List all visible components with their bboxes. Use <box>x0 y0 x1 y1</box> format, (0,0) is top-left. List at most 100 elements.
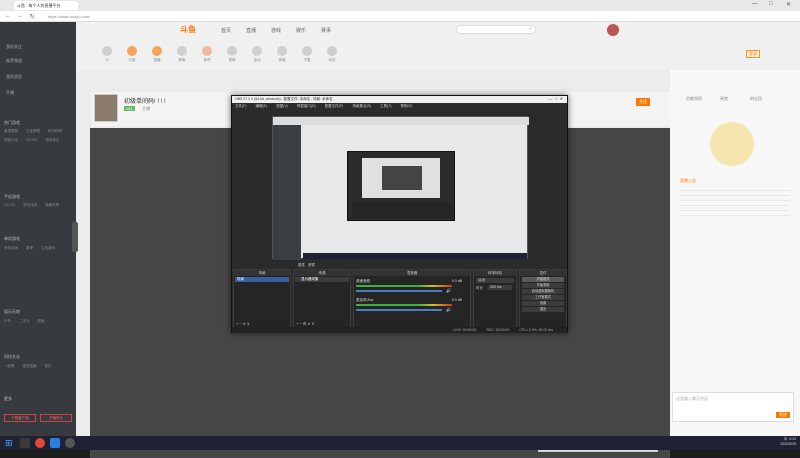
icon-item[interactable]: 下载 <box>296 46 318 63</box>
icon-item[interactable]: 视频 <box>221 46 243 63</box>
scene-item[interactable]: 场景 <box>235 277 289 282</box>
lang-indicator[interactable]: 中 <box>784 437 788 441</box>
download-client-button[interactable]: 下载客户端 <box>4 414 36 422</box>
speaker-icon[interactable]: 🔊 <box>446 307 451 312</box>
game-link[interactable]: 二次元 <box>19 319 30 324</box>
start-streaming-button[interactable]: 开始推流 <box>522 277 564 282</box>
tab-vip[interactable]: 贵宾 <box>720 96 728 102</box>
game-link[interactable]: 颜值 <box>38 319 45 324</box>
menu-scene-collection[interactable]: 场景集合(S) <box>352 104 371 109</box>
source-add-icon[interactable]: + − ⚙ ∧ ∨ <box>296 321 315 326</box>
game-link[interactable]: 绝地求生 <box>45 138 59 143</box>
icon-item[interactable]: 分类 <box>121 46 143 63</box>
game-link[interactable]: 原神 <box>26 246 33 251</box>
app-icon-obs[interactable] <box>65 438 75 448</box>
reload-icon[interactable]: ↻ <box>28 13 36 20</box>
menu-edit[interactable]: 编辑(E) <box>255 104 267 109</box>
minimize-icon[interactable]: — <box>752 1 758 7</box>
game-link[interactable]: 户外 <box>4 319 11 324</box>
game-link[interactable]: 语音直播 <box>23 364 37 369</box>
duration-input[interactable]: 300 ms <box>488 285 512 290</box>
windows-start-icon[interactable]: ⊞ <box>5 438 15 448</box>
tab-weekly-rank[interactable]: 贡献周榜 <box>686 96 702 102</box>
icon-item[interactable]: 活动 <box>246 46 268 63</box>
obs-window-controls[interactable]: — □ ✕ <box>549 96 563 101</box>
broadcast-helper-button[interactable]: 开播助手 <box>40 414 72 422</box>
search-taskbar-icon[interactable] <box>20 438 30 448</box>
user-avatar[interactable] <box>607 24 619 36</box>
search-input[interactable]: ⌕ <box>456 25 536 34</box>
login-button[interactable]: 登录 <box>746 50 760 58</box>
close-icon[interactable]: ✕ <box>786 1 791 8</box>
studio-mode-button[interactable]: 工作室模式 <box>522 295 564 300</box>
game-link[interactable]: DOTA2 <box>26 138 37 143</box>
back-icon[interactable]: ← <box>4 13 12 19</box>
game-link[interactable]: 和平精英 <box>48 129 62 134</box>
browser-tab[interactable]: 斗鱼 - 每个人的直播平台 <box>14 1 78 10</box>
game-link[interactable]: 王者荣耀 <box>26 129 40 134</box>
game-link[interactable]: 炉石传说 <box>23 203 37 208</box>
game-link[interactable]: 穿越火线 <box>4 138 18 143</box>
icon-item[interactable]: 商城 <box>271 46 293 63</box>
obs-preview[interactable] <box>272 116 529 260</box>
transition-select[interactable]: 淡出 <box>476 278 514 283</box>
streamer-avatar[interactable] <box>94 94 118 122</box>
properties-button[interactable]: 属性 <box>298 263 305 267</box>
tab-fans[interactable]: 粉丝团 <box>750 96 762 102</box>
volume-slider[interactable] <box>356 309 442 311</box>
menu-view[interactable]: 视图(V) <box>276 104 288 109</box>
url-field[interactable]: https://www.douyu.com/ <box>48 14 90 19</box>
menu-docks[interactable]: 停靠窗口(D) <box>297 104 316 109</box>
virtual-camera-button[interactable]: 启动虚拟摄像机 <box>522 289 564 294</box>
sources-dock: 来源 显示器采集 + − ⚙ ∧ ∨ <box>293 269 351 329</box>
sidebar-item-messages[interactable]: 我的消息 <box>6 74 22 80</box>
icon-item[interactable]: 直播 <box>146 46 168 63</box>
chat-input[interactable]: 这里输入聊天内容 <box>676 396 708 402</box>
menu-profile[interactable]: 配置文件(P) <box>325 104 344 109</box>
icon-item[interactable]: 赛事 <box>171 46 193 63</box>
system-tray[interactable]: 中 9:23 2022/6/29 <box>780 437 796 447</box>
preview-toolbar <box>273 117 529 125</box>
address-bar: ← → ↻ https://www.douyu.com/ <box>0 11 800 22</box>
icon-item[interactable]: 动态 <box>321 46 343 63</box>
douyu-logo[interactable]: 斗鱼 <box>180 24 196 35</box>
sidebar-collapse-handle[interactable] <box>72 222 78 252</box>
exit-button[interactable]: 退出 <box>522 307 564 312</box>
icon-item[interactable]: 12 <box>96 46 118 62</box>
scene-add-icon[interactable]: + − ∧ ∨ <box>236 321 250 326</box>
forward-icon[interactable]: → <box>16 13 24 19</box>
app-icon-douyu[interactable] <box>35 438 45 448</box>
feed-icon <box>327 46 337 56</box>
game-link[interactable]: 英雄联盟 <box>4 129 18 134</box>
follow-button[interactable]: 关注 <box>636 98 650 106</box>
speaker-icon[interactable]: 🔊 <box>446 288 451 293</box>
app-icon-browser[interactable] <box>50 438 60 448</box>
game-link[interactable]: 魔兽世界 <box>45 203 59 208</box>
notice-text <box>680 186 790 216</box>
game-link[interactable]: 永劫无间 <box>4 246 18 251</box>
filters-button[interactable]: 滤镜 <box>308 263 315 267</box>
settings-button[interactable]: 设置 <box>522 301 564 306</box>
nav-live[interactable]: 直播 <box>246 27 256 34</box>
nav-entertainment[interactable]: 娱乐 <box>296 27 306 34</box>
icon-item[interactable]: 鱼吧 <box>196 46 218 63</box>
menu-help[interactable]: 帮助(H) <box>401 104 413 109</box>
sidebar-item-broadcast[interactable]: 开播 <box>6 90 14 96</box>
send-button[interactable]: 发送 <box>776 412 790 418</box>
nav-home[interactable]: 首页 <box>221 27 231 34</box>
volume-slider[interactable] <box>356 290 442 292</box>
game-link[interactable]: CS:GO <box>4 203 15 208</box>
search-icon[interactable]: ⌕ <box>529 26 532 32</box>
nav-events[interactable]: 赛事 <box>321 27 331 34</box>
sidebar-item-follow[interactable]: 我的关注 <box>6 44 22 50</box>
game-link[interactable]: 主机游戏 <box>41 246 55 251</box>
game-link[interactable]: 音乐 <box>45 364 52 369</box>
nav-games[interactable]: 游戏 <box>271 27 281 34</box>
menu-tools[interactable]: 工具(T) <box>380 104 391 109</box>
menu-file[interactable]: 文件(F) <box>235 104 246 109</box>
sidebar-item-recommend[interactable]: 推荐频道 <box>6 58 22 64</box>
game-link[interactable]: 一起看 <box>4 364 15 369</box>
source-item[interactable]: 显示器采集 <box>295 277 349 282</box>
start-recording-button[interactable]: 开始录制 <box>522 283 564 288</box>
maximize-icon[interactable]: □ <box>769 1 773 7</box>
